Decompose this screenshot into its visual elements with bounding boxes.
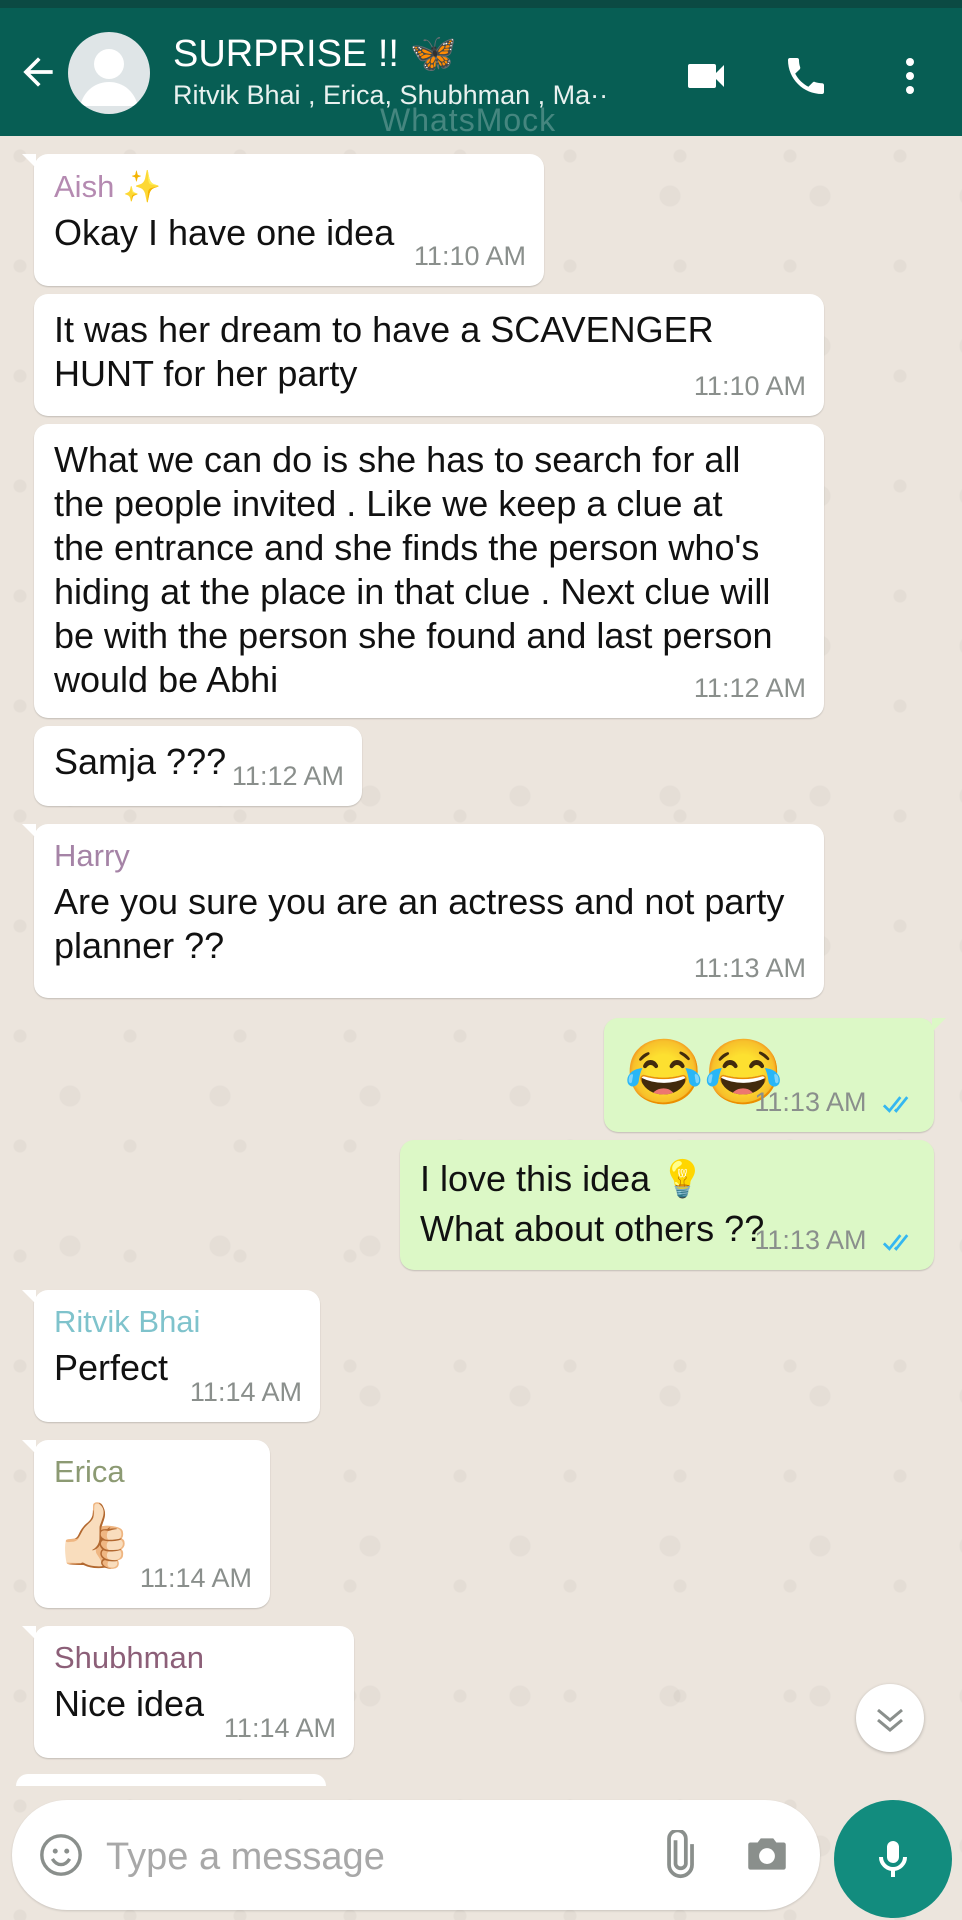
microphone-icon: [879, 1841, 907, 1877]
arrow-left-icon[interactable]: [16, 50, 60, 94]
voice-message-button[interactable]: [834, 1800, 952, 1918]
scroll-to-bottom-button[interactable]: [856, 1684, 924, 1752]
chevron-double-down-icon: [877, 1708, 903, 1732]
sender-name[interactable]: Harry: [54, 838, 804, 874]
watermark: WhatsMock: [380, 102, 557, 138]
message-time: 11:13 AM: [693, 953, 806, 983]
default-avatar-icon: [80, 49, 138, 106]
message-bubble-partial: [16, 1774, 326, 1786]
chat-header: SURPRISE !! 🦋 Ritvik Bhai , Erica, Shubh…: [0, 8, 962, 138]
message-bubble[interactable]: What we can do is she has to search for …: [34, 424, 824, 718]
message-bubble[interactable]: Samja ??? 11:12 AM: [34, 726, 362, 806]
emoji-icon[interactable]: [38, 1832, 84, 1878]
message-bubble-outgoing[interactable]: I love this idea 💡 What about others ?? …: [400, 1140, 934, 1270]
message-text: It was her dream to have a SCAVENGER HUN…: [54, 309, 714, 394]
group-avatar[interactable]: [68, 32, 150, 114]
status-bar: [0, 0, 962, 8]
double-check-icon: [882, 1096, 909, 1113]
double-check-icon: [882, 1234, 909, 1251]
message-composer: [12, 1800, 820, 1910]
message-time: 11:12 AM: [231, 761, 344, 791]
message-time: 11:10 AM: [413, 241, 526, 271]
video-camera-icon[interactable]: [682, 52, 730, 100]
message-bubble[interactable]: It was her dream to have a SCAVENGER HUN…: [34, 294, 824, 416]
message-time: 11:14 AM: [139, 1563, 252, 1593]
message-bubble-outgoing[interactable]: 😂😂 11:13 AM: [604, 1018, 946, 1132]
message-time: 11:10 AM: [693, 371, 806, 401]
message-text: Are you sure you are an actress and not …: [54, 881, 785, 966]
more-vertical-icon[interactable]: [886, 52, 934, 100]
phone-icon[interactable]: [782, 52, 830, 100]
sender-name[interactable]: Ritvik Bhai: [54, 1304, 300, 1340]
message-bubble[interactable]: Erica 👍🏻 11:14 AM: [22, 1440, 270, 1608]
sender-name[interactable]: Erica: [54, 1454, 250, 1490]
message-time: 11:13 AM: [754, 1225, 867, 1255]
message-text: What we can do is she has to search for …: [54, 439, 773, 700]
sender-name[interactable]: Shubhman: [54, 1640, 334, 1676]
sender-name[interactable]: Aish ✨: [54, 168, 524, 205]
paperclip-icon[interactable]: [652, 1830, 702, 1880]
camera-icon[interactable]: [742, 1830, 792, 1880]
message-bubble[interactable]: Aish ✨ Okay I have one idea 11:10 AM: [22, 154, 544, 286]
message-time: 11:12 AM: [693, 673, 806, 703]
message-bubble[interactable]: Harry Are you sure you are an actress an…: [22, 824, 824, 998]
message-time: 11:14 AM: [223, 1713, 336, 1743]
message-bubble[interactable]: Ritvik Bhai Perfect 11:14 AM: [22, 1290, 320, 1422]
message-time: 11:13 AM: [754, 1087, 867, 1117]
message-input[interactable]: [104, 1828, 628, 1886]
chat-title[interactable]: SURPRISE !! 🦋: [173, 32, 457, 76]
message-bubble[interactable]: Shubhman Nice idea 11:14 AM: [22, 1626, 354, 1758]
message-time: 11:14 AM: [189, 1377, 302, 1407]
